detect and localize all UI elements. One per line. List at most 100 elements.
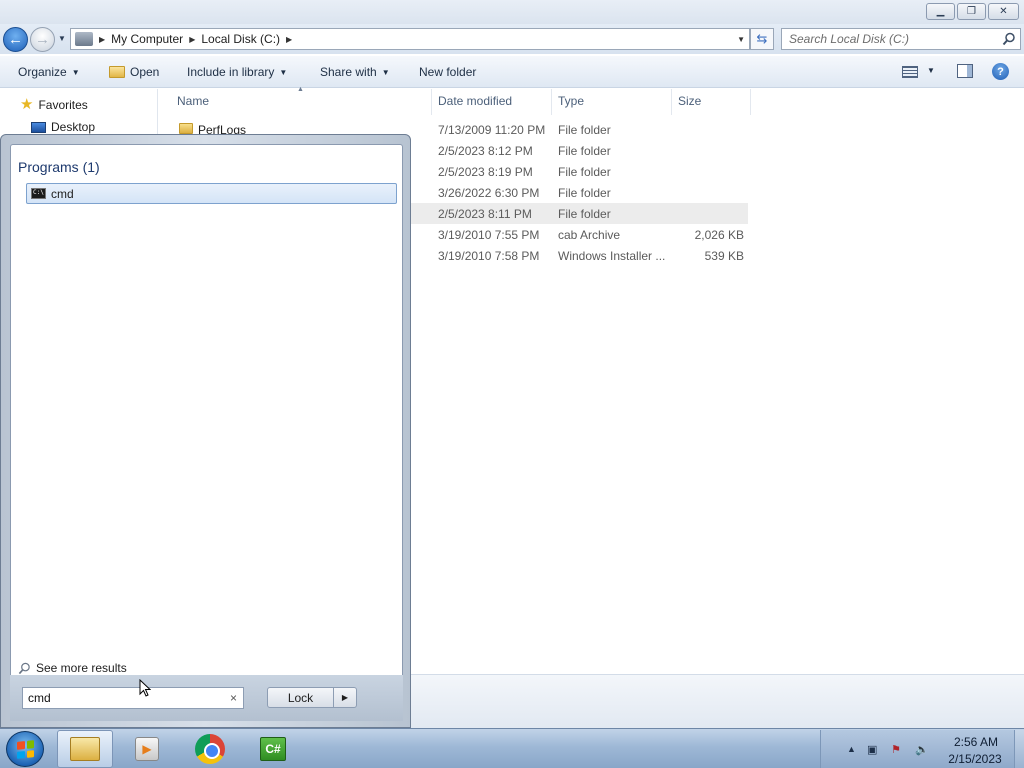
computer-icon [75, 32, 93, 46]
chevron-down-icon: ▼ [71, 67, 80, 77]
start-button[interactable] [6, 731, 44, 767]
search-result-cmd[interactable]: C:\ cmd [26, 183, 397, 204]
taskbar-chrome[interactable] [182, 730, 238, 768]
search-icon[interactable] [1002, 32, 1016, 46]
search-result-label: cmd [51, 186, 74, 201]
column-divider[interactable] [551, 89, 552, 115]
action-center-flag-icon[interactable]: ⚑ [891, 743, 901, 756]
folder-icon [179, 123, 193, 134]
start-search-input[interactable] [28, 691, 218, 705]
taskbar-explorer[interactable] [57, 730, 113, 768]
breadcrumb-my-computer[interactable]: My Computer [111, 32, 183, 46]
forward-arrow-icon: → [35, 31, 50, 48]
show-hidden-icons-icon[interactable]: ▲ [847, 744, 856, 754]
search-input[interactable] [789, 32, 994, 46]
share-with-label: Share with [320, 65, 377, 79]
file-size: 2,026 KB [694, 228, 744, 242]
chevron-right-icon[interactable]: ▶ [99, 35, 105, 44]
minimize-icon: ▁ [936, 6, 945, 17]
history-dropdown-icon[interactable]: ▼ [58, 34, 66, 43]
file-type: File folder [558, 123, 611, 137]
column-divider[interactable] [431, 89, 432, 115]
start-search-box[interactable]: × [22, 687, 244, 709]
network-icon[interactable]: ▣ [867, 743, 877, 756]
taskbar-visual-csharp[interactable]: C# [245, 730, 301, 768]
maximize-button[interactable]: ❐ [957, 3, 986, 20]
restore-icon: ❐ [967, 6, 976, 17]
breadcrumb-local-disk[interactable]: Local Disk (C:) [201, 32, 280, 46]
forward-button[interactable]: → [30, 27, 55, 52]
nav-item-favorites[interactable]: ★ Favorites [20, 97, 88, 112]
address-dropdown-icon[interactable]: ▼ [737, 35, 745, 44]
file-date: 7/13/2009 11:20 PM [438, 123, 546, 137]
clock-date[interactable]: 2/15/2023 [943, 752, 1007, 766]
view-dropdown-icon[interactable]: ▼ [927, 66, 935, 75]
see-more-results-link[interactable]: See more results [18, 661, 127, 675]
clock-time[interactable]: 2:56 AM [951, 735, 1001, 749]
organize-menu[interactable]: Organize ▼ [18, 65, 80, 79]
chevron-right-icon[interactable]: ▶ [189, 35, 195, 44]
column-header-size[interactable]: Size [678, 94, 701, 116]
column-divider[interactable] [750, 89, 751, 115]
close-button[interactable]: ✕ [988, 3, 1019, 20]
new-folder-label: New folder [419, 65, 477, 79]
close-icon: ✕ [999, 6, 1008, 17]
desktop-icon [31, 121, 46, 133]
sort-ascending-icon: ▲ [297, 86, 304, 93]
volume-icon[interactable]: 🔈 [915, 743, 929, 756]
file-type: Windows Installer ... [558, 249, 666, 263]
start-menu-footer: × Lock ▶ [10, 675, 403, 721]
file-type: File folder [558, 186, 611, 200]
taskbar-media-player[interactable]: ▶ [119, 730, 175, 768]
column-header-date-modified[interactable]: Date modified [438, 94, 512, 116]
clear-search-icon[interactable]: × [230, 691, 237, 705]
notification-area: ▲ ▣ ⚑ 🔈 2:56 AM 2/15/2023 [820, 730, 1024, 768]
search-icon [18, 662, 30, 674]
file-date: 2/5/2023 8:19 PM [438, 165, 533, 179]
table-row-hovered[interactable]: 2/5/2023 8:11 PM File folder [410, 203, 748, 224]
csharp-icon: C# [260, 737, 286, 761]
nav-item-desktop[interactable]: Desktop [31, 120, 95, 134]
windows-explorer-icon [70, 737, 100, 761]
column-header-name[interactable]: Name [177, 94, 209, 116]
programs-group-header[interactable]: Programs (1) [18, 159, 100, 175]
start-menu: Programs (1) C:\ cmd See more results × … [0, 134, 411, 728]
include-in-library-label: Include in library [187, 65, 275, 79]
new-folder-button[interactable]: New folder [419, 65, 476, 79]
file-type: cab Archive [558, 228, 621, 242]
help-icon[interactable]: ? [992, 63, 1009, 80]
power-options-button[interactable]: ▶ [334, 687, 357, 708]
back-button[interactable]: ← [3, 27, 28, 52]
taskbar: ▶ C# ▲ ▣ ⚑ 🔈 2:56 AM 2/15/2023 [0, 728, 1024, 768]
address-bar[interactable]: ▶ My Computer ▶ Local Disk (C:) ▶ ▼ [70, 28, 750, 50]
refresh-button[interactable]: ⇆ [750, 28, 774, 50]
details-pane [410, 674, 1024, 728]
show-desktop-button[interactable] [1014, 730, 1024, 768]
file-date: 3/26/2022 6:30 PM [438, 186, 540, 200]
include-in-library-menu[interactable]: Include in library ▼ [187, 65, 287, 79]
organize-label: Organize [18, 65, 67, 79]
chevron-right-icon[interactable]: ▶ [286, 35, 292, 44]
lock-button[interactable]: Lock [267, 687, 334, 708]
chrome-icon [195, 734, 225, 764]
media-player-icon: ▶ [135, 737, 159, 761]
file-type: File folder [558, 144, 611, 158]
preview-pane-icon[interactable] [957, 64, 973, 78]
column-divider[interactable] [671, 89, 672, 115]
chevron-down-icon: ▼ [381, 67, 390, 77]
command-bar: Organize ▼ Open Include in library ▼ Share… [0, 56, 1024, 88]
desktop-label: Desktop [51, 120, 96, 134]
minimize-button[interactable]: ▁ [926, 3, 955, 20]
file-date: 2/5/2023 8:12 PM [438, 144, 533, 158]
chevron-down-icon: ▼ [279, 67, 288, 77]
file-date: 3/19/2010 7:55 PM [438, 228, 540, 242]
share-with-menu[interactable]: Share with ▼ [320, 65, 390, 79]
column-header-type[interactable]: Type [558, 94, 584, 116]
search-box[interactable] [781, 28, 1021, 50]
address-row: ← → ▼ ▶ My Computer ▶ Local Disk (C:) ▶ … [0, 24, 1024, 54]
see-more-label: See more results [36, 661, 127, 675]
title-bar: ▁ ❐ ✕ [0, 0, 1024, 24]
open-button[interactable]: Open [109, 65, 159, 79]
change-view-icon[interactable] [902, 66, 918, 78]
favorites-label: Favorites [38, 98, 88, 112]
